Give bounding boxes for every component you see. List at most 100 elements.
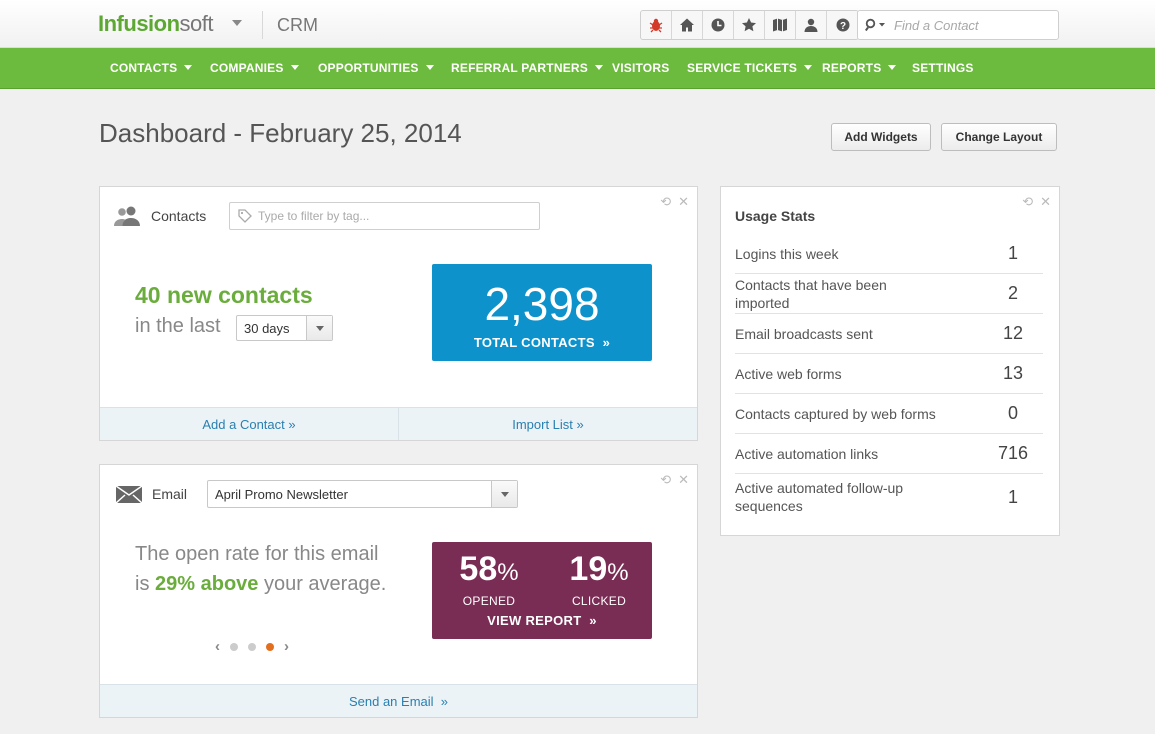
percent-sign: % [497, 559, 519, 586]
open-rate-text-end: your average. [263, 573, 387, 595]
send-email-link[interactable]: Send an Email » [100, 685, 697, 717]
usage-stat-value: 0 [1007, 403, 1018, 423]
chevron-down-icon [594, 65, 603, 70]
map-icon[interactable] [765, 11, 796, 39]
widget-controls: ⟲ ✕ [1022, 195, 1051, 208]
tag-filter-field [229, 202, 540, 230]
nav-reports[interactable]: REPORTS [822, 48, 897, 89]
nav-label: VISITORS [612, 61, 670, 75]
contacts-icon [114, 206, 140, 226]
recent-icon[interactable] [703, 11, 734, 39]
main-nav: CONTACTS COMPANIES OPPORTUNITIES REFERRA… [0, 48, 1155, 89]
usage-stat-value: 1 [1007, 486, 1018, 507]
chevron-right-icon[interactable]: › [284, 638, 289, 655]
app-switcher-caret-icon[interactable] [232, 20, 242, 26]
change-layout-button[interactable]: Change Layout [941, 123, 1057, 151]
help-icon[interactable]: ? [827, 11, 858, 39]
logo-text-part2: soft [179, 11, 214, 36]
refresh-icon[interactable]: ⟲ [1022, 195, 1033, 208]
clicked-stat: 19% CLICKED [554, 550, 644, 608]
usage-stat-row: Contacts captured by web forms 0 [735, 394, 1043, 434]
chevron-left-icon[interactable]: ‹ [215, 638, 220, 655]
import-list-label: Import List [512, 417, 573, 432]
contacts-widget: ⟲ ✕ Contacts 40 new contacts in the last… [99, 186, 698, 441]
percent-sign: % [607, 559, 629, 586]
email-widget-footer: Send an Email » [100, 684, 697, 717]
usage-stat-label: Contacts captured by web forms [735, 405, 936, 422]
tag-icon [238, 209, 252, 223]
total-contacts-tile[interactable]: 2,398 TOTAL CONTACTS » [432, 264, 652, 361]
nav-companies[interactable]: COMPANIES [210, 48, 299, 89]
usage-stats-widget: ⟲ ✕ Usage Stats Logins this week 1 Contac… [720, 186, 1060, 536]
usage-stat-row: Active web forms 13 [735, 354, 1043, 394]
carousel-dot[interactable] [248, 642, 256, 651]
clicked-label: CLICKED [571, 594, 627, 608]
contact-search [857, 10, 1059, 40]
find-contact-input[interactable] [894, 17, 1044, 33]
star-icon[interactable] [734, 11, 765, 39]
user-icon[interactable] [796, 11, 827, 39]
logo-text-part1: Infusion [98, 11, 180, 36]
add-widgets-button[interactable]: Add Widgets [831, 123, 931, 151]
usage-stat-label: Active web forms [735, 365, 842, 382]
usage-stat-label: Active automation links [735, 445, 879, 462]
carousel-dot-active[interactable] [266, 642, 274, 651]
in-the-last-label: in the last [135, 315, 221, 337]
home-icon[interactable] [672, 11, 703, 39]
usage-stat-row: Active automation links 716 [735, 434, 1043, 474]
close-icon[interactable]: ✕ [1040, 195, 1051, 208]
close-icon[interactable]: ✕ [678, 195, 689, 208]
email-widget: ⟲ ✕ Email April Promo Newsletter The ope… [99, 464, 698, 718]
opened-label: OPENED [462, 594, 516, 608]
view-report-link: VIEW REPORT » [432, 613, 652, 628]
email-select[interactable]: April Promo Newsletter [207, 480, 518, 508]
double-chevron-icon: » [576, 417, 584, 432]
infusionsoft-logo[interactable]: Infusionsoft [98, 11, 214, 37]
svg-text:?: ? [839, 21, 845, 32]
chevron-down-icon [491, 481, 517, 507]
usage-stat-label: Contacts that have been imported [735, 276, 887, 311]
tag-filter-input[interactable] [258, 209, 528, 223]
nav-referral-partners[interactable]: REFERRAL PARTNERS [451, 48, 603, 89]
usage-stat-value: 1 [1007, 243, 1018, 263]
bug-icon[interactable] [641, 11, 672, 39]
add-contact-link[interactable]: Add a Contact » [100, 408, 398, 440]
email-widget-label: Email [152, 486, 188, 502]
carousel-dot[interactable] [230, 642, 238, 651]
email-report-tile[interactable]: 58% OPENED 19% CLICKED VIEW REPORT » [432, 542, 652, 639]
new-contacts-count: 40 new contacts [135, 282, 313, 308]
refresh-icon[interactable]: ⟲ [660, 473, 671, 486]
opened-value: 58 [459, 550, 498, 588]
refresh-icon[interactable]: ⟲ [660, 195, 671, 208]
nav-label: COMPANIES [210, 61, 284, 75]
import-list-link[interactable]: Import List » [398, 408, 697, 440]
nav-settings[interactable]: SETTINGS [912, 48, 974, 89]
total-contacts-value: 2,398 [484, 278, 600, 330]
search-icon[interactable] [858, 11, 894, 39]
nav-service-tickets[interactable]: SERVICE TICKETS [687, 48, 813, 89]
usage-stat-row: Active automated follow-up sequences 1 [735, 474, 1043, 520]
carousel-pager: ‹ › [215, 638, 289, 655]
chevron-down-icon [290, 65, 299, 70]
view-report-label: VIEW REPORT [487, 613, 582, 628]
period-select[interactable]: 30 days [236, 315, 333, 341]
opened-stat: 58% OPENED [444, 550, 534, 608]
quick-icon-bar: ? [640, 10, 859, 40]
total-contacts-link: TOTAL CONTACTS » [432, 335, 652, 350]
nav-label: CONTACTS [110, 61, 178, 75]
add-contact-label: Add a Contact [202, 417, 285, 432]
nav-visitors[interactable]: VISITORS [612, 48, 669, 89]
widget-controls: ⟲ ✕ [660, 473, 689, 486]
nav-contacts[interactable]: CONTACTS [110, 48, 193, 89]
chevron-down-icon [888, 65, 897, 70]
envelope-icon [116, 486, 142, 503]
close-icon[interactable]: ✕ [678, 473, 689, 486]
nav-label: SERVICE TICKETS [687, 61, 798, 75]
email-select-value: April Promo Newsletter [215, 486, 348, 502]
chevron-down-icon [306, 316, 332, 340]
open-rate-highlight: 29% above [155, 573, 259, 595]
double-chevron-icon: » [589, 613, 597, 628]
contacts-widget-label: Contacts [151, 208, 207, 224]
nav-opportunities[interactable]: OPPORTUNITIES [318, 48, 434, 89]
chevron-down-icon [425, 65, 434, 70]
